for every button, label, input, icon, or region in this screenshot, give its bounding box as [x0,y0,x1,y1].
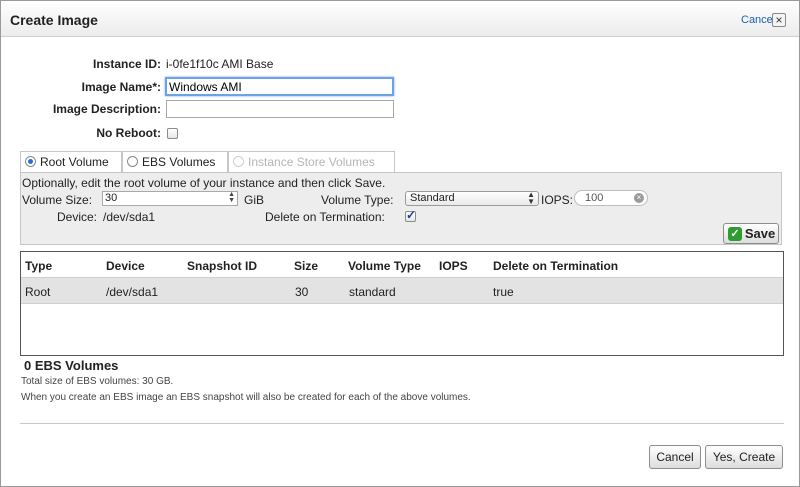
root-volume-panel: Optionally, edit the root volume of your… [20,172,782,245]
cell-size: 30 [295,285,309,299]
column-header: Type [25,259,53,273]
column-header: IOPS [439,259,468,273]
clear-icon[interactable]: × [634,193,644,203]
volume-size-stepper[interactable]: 30 ▲ ▼ [102,191,238,206]
image-description-input[interactable] [166,100,394,118]
tab-instance-store-volumes-label: Instance Store Volumes [248,155,375,169]
volume-size-label: Volume Size: [22,193,93,207]
cell-volume-type: standard [349,285,396,299]
volume-type-select[interactable]: Standard ▲ ▼ [405,191,539,206]
iops-label: IOPS: [541,193,574,207]
cell-device: /dev/sda1 [106,285,159,299]
stepper-arrows-icon[interactable]: ▲ ▼ [228,191,235,204]
tab-instance-store-volumes: Instance Store Volumes [228,151,395,173]
dialog-titlebar: Create Image Cancel × [1,1,799,37]
column-header: Device [106,259,145,273]
cell-delete-on-termination: true [493,285,514,299]
snapshot-note: When you create an EBS image an EBS snap… [21,392,471,403]
iops-input[interactable]: 100 × [574,190,648,206]
delete-on-termination-checkbox[interactable] [405,208,416,222]
cell-type: Root [25,285,51,299]
save-button-label: Save [744,226,776,241]
tab-ebs-volumes-label: EBS Volumes [142,155,216,169]
yes-create-button[interactable]: Yes, Create [705,445,783,469]
select-arrows-icon: ▲ ▼ [527,190,535,206]
image-description-label: Image Description: [52,102,161,116]
table-row[interactable]: Root /dev/sda1 30 standard true [21,277,783,304]
tab-root-volume-label: Root Volume [40,155,109,169]
close-icon[interactable]: × [772,13,786,27]
volume-size-unit: GiB [244,193,265,207]
create-image-dialog: Create Image Cancel × Instance ID: i-0fe… [0,0,800,487]
device-label: Device: [57,210,98,224]
device-value: /dev/sda1 [103,210,156,224]
radio-icon [233,156,244,167]
volume-size-value: 30 [105,192,118,204]
volume-type-value: Standard [410,192,455,204]
tab-root-volume[interactable]: Root Volume [20,151,122,173]
tab-ebs-volumes[interactable]: EBS Volumes [122,151,228,173]
radio-selected-icon [25,156,36,167]
no-reboot-checkbox[interactable] [167,128,178,139]
dialog-title: Create Image [10,12,98,28]
cancel-link[interactable]: Cancel [741,14,775,26]
column-header: Delete on Termination [493,259,619,273]
delete-on-termination-label: Delete on Termination: [265,210,385,224]
column-header: Volume Type [348,259,421,273]
cancel-button[interactable]: Cancel [649,445,701,469]
iops-placeholder: 100 [585,192,604,204]
column-header: Size [294,259,319,273]
radio-icon [127,156,138,167]
ebs-volumes-count: 0 EBS Volumes [24,358,119,373]
volume-type-label: Volume Type: [321,193,394,207]
save-button[interactable]: ✓ Save [723,223,779,244]
image-name-input[interactable] [165,77,394,96]
no-reboot-label: No Reboot: [96,126,161,140]
instance-id-value: i-0fe1f10c AMI Base [166,57,274,71]
instance-id-label: Instance ID: [92,57,161,71]
volumes-table: Type Device Snapshot ID Size Volume Type… [20,251,784,356]
root-volume-instructions: Optionally, edit the root volume of your… [22,176,386,190]
checkmark-icon: ✓ [728,227,742,241]
divider [20,423,784,424]
image-name-label: Image Name*: [81,80,161,94]
column-header: Snapshot ID [187,259,258,273]
total-size-note: Total size of EBS volumes: 30 GB. [21,376,174,387]
